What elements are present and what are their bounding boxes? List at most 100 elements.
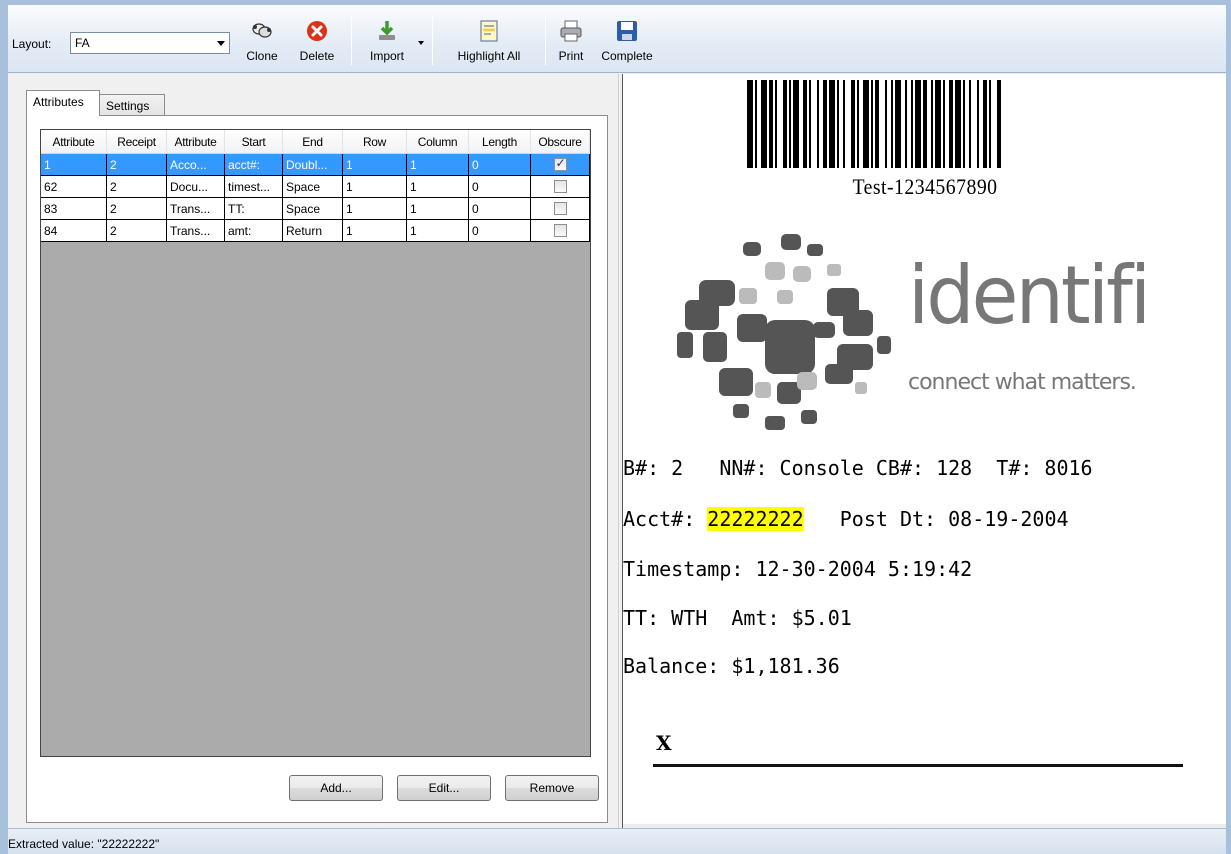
tab-settings[interactable]: Settings (99, 94, 165, 116)
cell-attribute-id[interactable]: 83 (41, 198, 107, 220)
cell-row[interactable]: 1 (343, 220, 407, 242)
cell-length[interactable]: 0 (469, 154, 531, 176)
cell-receipt[interactable]: 2 (107, 154, 167, 176)
table-row[interactable]: 1 2 Acco... acct#: Doubl... 1 1 0 (41, 154, 590, 176)
column-header[interactable]: Length (469, 130, 531, 154)
cell-column[interactable]: 1 (407, 154, 469, 176)
table-row[interactable]: 62 2 Docu... timest... Space 1 1 0 (41, 176, 590, 198)
clone-button[interactable]: Clone (236, 9, 288, 69)
status-text: Extracted value: "22222222" (8, 837, 160, 851)
cell-attribute-id[interactable]: 84 (41, 220, 107, 242)
receipt-line-timestamp: Timestamp: 12-30-2004 5:19:42 (623, 557, 973, 581)
receipt-line-batch: B#: 2 NN#: Console CB#: 128 T#: 8016 (623, 456, 1093, 480)
cell-column[interactable]: 1 (407, 220, 469, 242)
chevron-down-icon[interactable] (217, 41, 225, 46)
remove-button[interactable]: Remove (505, 775, 599, 801)
highlight-all-label: Highlight All (457, 49, 521, 63)
attributes-tab-page: Attribute Receipt Attribute Start End Ro… (26, 115, 608, 823)
cell-attribute[interactable]: Trans... (167, 198, 225, 220)
cell-row[interactable]: 1 (343, 176, 407, 198)
column-header[interactable]: Obscure (531, 130, 590, 154)
table-row[interactable]: 84 2 Trans... amt: Return 1 1 0 (41, 220, 590, 242)
cell-obscure (531, 154, 590, 176)
clone-icon (252, 23, 272, 38)
barcode-image (747, 80, 1001, 168)
signature-mark: X (656, 731, 672, 755)
logo-tagline: connect what matters. (908, 370, 1137, 395)
logo-wordmark: identifi (908, 249, 1151, 342)
complete-button[interactable]: Complete (595, 9, 659, 69)
clone-label: Clone (246, 49, 278, 63)
column-header[interactable]: End (283, 130, 343, 154)
cell-obscure (531, 220, 590, 242)
cell-start[interactable]: timest... (225, 176, 283, 198)
cell-start[interactable]: TT: (225, 198, 283, 220)
column-header[interactable]: Row (343, 130, 407, 154)
cell-receipt[interactable]: 2 (107, 176, 167, 198)
obscure-checkbox[interactable] (553, 224, 567, 238)
cell-obscure (531, 176, 590, 198)
cell-column[interactable]: 1 (407, 176, 469, 198)
cell-column[interactable]: 1 (407, 198, 469, 220)
printer-icon (560, 20, 582, 42)
obscure-checkbox[interactable] (553, 156, 567, 172)
attributes-panel: Attributes Settings Attribute Receipt At… (8, 74, 618, 828)
cell-receipt[interactable]: 2 (107, 198, 167, 220)
cell-attribute[interactable]: Acco... (167, 154, 225, 176)
layout-select-value: FA (75, 36, 90, 50)
cell-length[interactable]: 0 (469, 220, 531, 242)
table-row[interactable]: 83 2 Trans... TT: Space 1 1 0 (41, 198, 590, 220)
column-header[interactable]: Attribute (41, 130, 107, 154)
toolbar-separator (432, 15, 433, 65)
cell-row[interactable]: 1 (343, 198, 407, 220)
cell-attribute[interactable]: Docu... (167, 176, 225, 198)
column-header[interactable]: Receipt (107, 130, 167, 154)
post-date: Post Dt: 08-19-2004 (803, 507, 1069, 531)
attributes-grid[interactable]: Attribute Receipt Attribute Start End Ro… (40, 129, 591, 757)
toolbar-separator (351, 15, 352, 65)
delete-label: Delete (299, 49, 335, 63)
receipt-viewer: Test-1234567890 identifi connect what ma… (622, 74, 1226, 828)
status-bar: Extracted value: "22222222" (8, 828, 1226, 854)
cell-attribute[interactable]: Trans... (167, 220, 225, 242)
cell-length[interactable]: 0 (469, 176, 531, 198)
identifi-logo-icon (677, 234, 891, 430)
cell-attribute-id[interactable]: 62 (41, 176, 107, 198)
edit-button[interactable]: Edit... (397, 775, 491, 801)
import-button[interactable]: Import (358, 9, 416, 69)
delete-button[interactable]: Delete (290, 9, 344, 69)
cell-obscure (531, 198, 590, 220)
cell-end[interactable]: Space (283, 176, 343, 198)
cell-length[interactable]: 0 (469, 198, 531, 220)
cell-end[interactable]: Return (283, 220, 343, 242)
toolbar-separator (545, 15, 546, 65)
cell-start[interactable]: acct#: (225, 154, 283, 176)
obscure-checkbox[interactable] (553, 180, 567, 194)
highlight-icon (480, 20, 498, 42)
cell-end[interactable]: Space (283, 198, 343, 220)
layout-select[interactable]: FA (70, 32, 230, 54)
grid-header: Attribute Receipt Attribute Start End Ro… (41, 130, 590, 154)
import-dropdown-icon[interactable] (418, 41, 424, 45)
import-icon (379, 21, 395, 40)
obscure-checkbox[interactable] (553, 202, 567, 216)
cell-receipt[interactable]: 2 (107, 220, 167, 242)
cell-row[interactable]: 1 (343, 154, 407, 176)
acct-label: Acct#: (623, 507, 708, 531)
tab-attributes[interactable]: Attributes (26, 90, 100, 116)
layout-label: Layout: (12, 37, 52, 51)
column-header[interactable]: Attribute (167, 130, 225, 154)
cell-attribute-id[interactable]: 1 (41, 154, 107, 176)
highlight-all-button[interactable]: Highlight All (440, 9, 538, 69)
save-icon (617, 21, 637, 41)
print-button[interactable]: Print (551, 9, 591, 69)
receipt-line-balance: Balance: $1,181.36 (623, 654, 840, 678)
acct-value-highlight: 22222222 (707, 507, 804, 531)
receipt-line-account: Acct#: 22222222 Post Dt: 08-19-2004 (623, 507, 1069, 531)
column-header[interactable]: Column (407, 130, 469, 154)
receipt-line-transaction: TT: WTH Amt: $5.01 (623, 606, 852, 630)
add-button[interactable]: Add... (289, 775, 383, 801)
column-header[interactable]: Start (225, 130, 283, 154)
cell-start[interactable]: amt: (225, 220, 283, 242)
cell-end[interactable]: Doubl... (283, 154, 343, 176)
